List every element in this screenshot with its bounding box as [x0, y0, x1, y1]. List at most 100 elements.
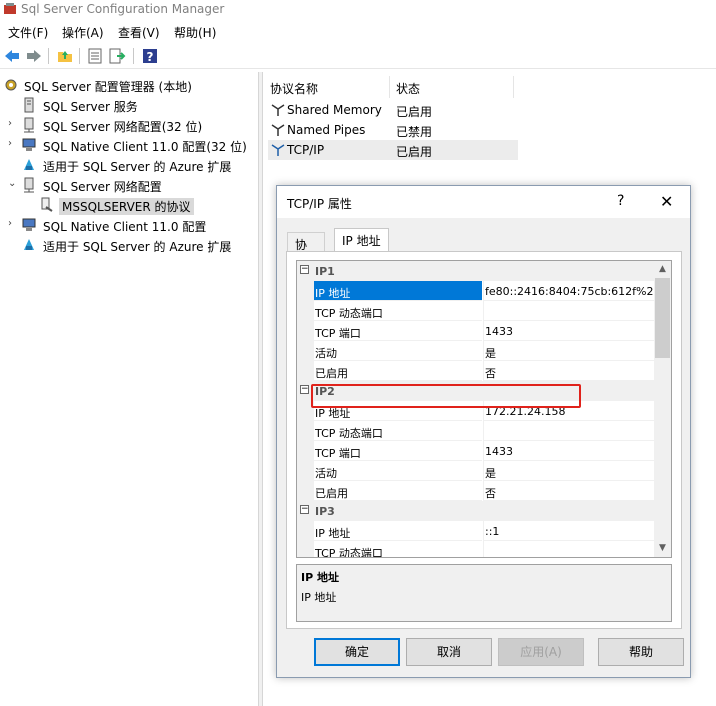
tree-node-label: SQL Server 服务	[43, 100, 138, 114]
description-title: IP 地址	[301, 571, 339, 584]
tree-node-label: 适用于 SQL Server 的 Azure 扩展	[43, 160, 232, 174]
window-title: Sql Server Configuration Manager	[21, 2, 225, 16]
vertical-scrollbar[interactable]: ▲ ▼	[654, 261, 671, 557]
ok-button[interactable]: 确定	[314, 638, 400, 666]
tab-ip-addresses[interactable]: IP 地址	[334, 228, 389, 253]
help-button[interactable]: 帮助	[598, 638, 684, 666]
protocol-status: 已禁用	[396, 125, 433, 139]
back-arrow-icon[interactable]	[3, 47, 21, 65]
menu-file[interactable]: 文件(F)	[8, 24, 48, 41]
properties-icon[interactable]	[86, 47, 104, 65]
protocol-status: 已启用	[396, 105, 433, 119]
help-question-button[interactable]: ?	[617, 193, 624, 209]
property-grid: − IP1 IP 地址 fe80::2416:8404:75cb:612f%2 TCP …	[296, 260, 672, 558]
tree-node-label: SQL Native Client 11.0 配置	[43, 220, 207, 234]
grid-category-row[interactable]: − IP3	[297, 501, 654, 521]
export-list-icon[interactable]	[108, 47, 126, 65]
sql-server-app-icon	[4, 3, 16, 14]
close-icon[interactable]: ✕	[660, 192, 673, 211]
grid-property-row[interactable]: IP 地址 fe80::2416:8404:75cb:612f%2	[297, 281, 654, 301]
grid-property-value[interactable]: 是	[483, 341, 654, 361]
tree-node-label: SQL Server 网络配置(32 位)	[43, 120, 203, 134]
menu-view[interactable]: 查看(V)	[118, 24, 160, 41]
grid-category-row[interactable]: − IP1	[297, 261, 654, 281]
tab-protocol[interactable]: 协议	[287, 232, 325, 269]
grid-property-name: TCP 端口	[314, 441, 482, 461]
config-manager-icon	[5, 79, 17, 91]
tcpip-properties-dialog: TCP/IP 属性 ? ✕ 协议 IP 地址 −IP1IP 地址fe80::24…	[276, 185, 691, 678]
tcp-port-highlight-box	[311, 384, 581, 408]
protocol-status: 已启用	[396, 145, 433, 159]
toolbar-separator	[79, 48, 80, 64]
grid-property-row[interactable]: 活动是	[297, 341, 654, 361]
grid-property-name: IP 地址	[314, 281, 482, 301]
service-icon	[24, 97, 34, 113]
collapse-icon[interactable]: −	[300, 385, 309, 394]
grid-property-name: TCP 动态端口	[314, 301, 482, 321]
network-icon	[24, 177, 34, 193]
grid-property-row[interactable]: TCP 端口 1433	[297, 321, 654, 341]
grid-category-label: IP3	[315, 505, 335, 518]
protocol-name: TCP/IP	[287, 143, 325, 157]
folder-up-icon[interactable]	[56, 47, 74, 65]
grid-property-name: 已启用	[314, 361, 482, 381]
grid-property-row[interactable]: IP 地址::1	[297, 521, 654, 541]
chevron-right-icon[interactable]: ›	[8, 118, 18, 130]
grid-property-value[interactable]: 否	[483, 361, 654, 381]
forward-arrow-icon[interactable]	[25, 47, 43, 65]
toolbar-separator	[48, 48, 49, 64]
grid-property-value[interactable]: 否	[483, 481, 654, 501]
grid-property-name: 活动	[314, 341, 482, 361]
protocol-icon	[41, 197, 53, 212]
help-icon[interactable]: ?	[141, 47, 159, 65]
grid-property-row[interactable]: TCP 端口 1433	[297, 441, 654, 461]
protocol-plug-icon	[271, 144, 285, 156]
grid-property-value[interactable]	[483, 301, 654, 321]
scroll-down-icon[interactable]: ▼	[654, 540, 671, 557]
grid-property-value[interactable]: fe80::2416:8404:75cb:612f%2	[483, 281, 654, 301]
dialog-title: TCP/IP 属性	[287, 197, 352, 211]
chevron-down-icon[interactable]: ⌄	[8, 178, 18, 190]
grid-property-row[interactable]: 已启用否	[297, 481, 654, 501]
column-header-protocol-name[interactable]: 协议名称	[264, 76, 390, 98]
network-icon	[24, 117, 34, 133]
list-row-tcp-ip[interactable]: TCP/IP 已启用	[268, 140, 518, 160]
client-icon	[22, 218, 36, 231]
grid-property-row[interactable]: TCP 动态端口	[297, 421, 654, 441]
grid-property-row[interactable]: TCP 动态端口	[297, 541, 654, 557]
grid-property-name: TCP 端口	[314, 321, 482, 341]
tab-panel: − IP1 IP 地址 fe80::2416:8404:75cb:612f%2 TCP …	[286, 251, 682, 629]
grid-property-value[interactable]: 是	[483, 461, 654, 481]
list-row-shared-memory[interactable]: Shared Memory 已启用	[268, 100, 518, 120]
toolbar-separator	[133, 48, 134, 64]
grid-category-label: IP1	[315, 265, 335, 278]
chevron-right-icon[interactable]: ›	[8, 218, 18, 230]
chevron-right-icon[interactable]: ›	[8, 138, 18, 150]
list-row-named-pipes[interactable]: Named Pipes 已禁用	[268, 120, 518, 140]
scroll-thumb[interactable]	[655, 278, 670, 358]
client-icon	[22, 138, 36, 151]
grid-property-row[interactable]: TCP 动态端口	[297, 301, 654, 321]
menu-bar: 文件(F) 操作(A) 查看(V) 帮助(H)	[0, 20, 716, 42]
grid-property-value[interactable]: ::1	[483, 521, 654, 541]
grid-property-value[interactable]: 1433	[483, 321, 654, 341]
navigation-tree: SQL Server 配置管理器 (本地) SQL Server 服务 › SQ…	[0, 72, 258, 706]
tree-node-label: SQL Server 网络配置	[43, 180, 162, 194]
collapse-icon[interactable]: −	[300, 265, 309, 274]
apply-button[interactable]: 应用(A)	[498, 638, 584, 666]
grid-property-value[interactable]	[483, 541, 654, 557]
cancel-button[interactable]: 取消	[406, 638, 492, 666]
grid-property-row[interactable]: 已启用否	[297, 361, 654, 381]
title-bar: Sql Server Configuration Manager	[0, 0, 716, 20]
menu-help[interactable]: 帮助(H)	[174, 24, 216, 41]
azure-icon	[24, 159, 34, 170]
collapse-icon[interactable]: −	[300, 505, 309, 514]
tree-node-label: 适用于 SQL Server 的 Azure 扩展	[43, 240, 232, 254]
grid-property-value[interactable]: 1433	[483, 441, 654, 461]
grid-property-row[interactable]: 活动是	[297, 461, 654, 481]
menu-action[interactable]: 操作(A)	[62, 24, 104, 41]
column-header-status[interactable]: 状态	[390, 76, 514, 98]
pane-splitter[interactable]	[258, 72, 263, 706]
scroll-up-icon[interactable]: ▲	[654, 261, 671, 278]
grid-property-value[interactable]	[483, 421, 654, 441]
